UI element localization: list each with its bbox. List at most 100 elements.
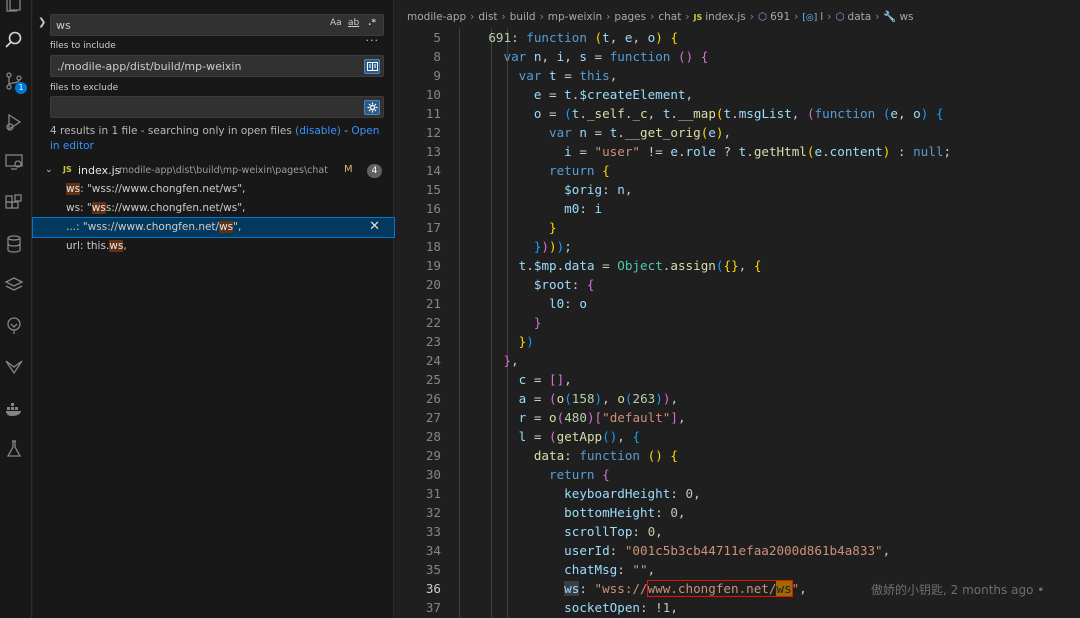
code-line: 11 o = (t._self._c, t.__map(t.msgList, (… [395,104,1080,123]
chevron-right-icon[interactable]: ❯ [38,17,48,29]
run-debug-icon[interactable] [3,111,25,133]
line-number: 24 [425,353,441,368]
chevron-down-icon[interactable]: ⌄ [45,165,53,175]
code-text: c = [], [518,372,572,387]
code-text: data: function () { [533,448,678,463]
code-text: }) [518,334,534,349]
search-match-selected[interactable]: ...: "wss://www.chongfen.net/ws", ✕ [32,217,395,238]
code-line: 24 }, [395,351,1080,370]
search-sidebar: ❯ ws Aa ab .* ··· files to include ./mod… [32,0,395,618]
code-text: t.$mp.data = Object.assign({}, { [518,258,762,273]
files-to-include-input[interactable]: ./modile-app/dist/build/mp-weixin [50,55,384,77]
line-number: 27 [425,410,441,425]
code-line: 13 i = "user" != e.role ? t.getHtml(e.co… [395,142,1080,161]
deploy-icon[interactable] [3,356,25,378]
match-post: : "wss://www.chongfen.net/ws", [80,183,246,195]
search-match[interactable]: ws: "wss://www.chongfen.net/ws", [33,199,394,218]
disable-link[interactable]: (disable) [295,125,341,137]
code-text: bottomHeight: 0, [564,505,686,520]
docker-icon[interactable] [3,397,25,419]
include-value: ./modile-app/dist/build/mp-weixin [57,60,242,73]
more-options-button[interactable]: ··· [366,34,380,47]
match-case-toggle[interactable]: Aa [330,18,342,28]
result-file-row[interactable]: ⌄ JS index.js modile-app\dist\build\mp-w… [33,162,394,180]
crumb[interactable]: build [510,11,536,23]
code-line-current: 36 ws: "wss://www.chongfen.net/ws", 傲娇的小钥… [395,579,1080,598]
use-exclude-settings-toggle[interactable] [364,100,380,115]
line-number: 12 [425,125,441,140]
code-line: 12 var n = t.__get_orig(e), [395,123,1080,142]
source-control-badge: 1 [15,82,27,94]
remote-explorer-icon[interactable] [3,151,25,173]
match-pre: ws: " [66,202,92,214]
code-text: } [533,315,542,330]
code-text: return { [549,163,610,178]
property-icon: 🔧 [883,11,897,23]
code-text: var n = t.__get_orig(e), [549,125,732,140]
crumb-symbol[interactable]: ws [899,11,913,23]
crumb-symbol[interactable]: data [848,11,872,23]
crumb[interactable]: chat [658,11,681,23]
line-number: 19 [425,258,441,273]
code-line: 18 }))); [395,237,1080,256]
code-text: 691: function (t, e, o) { [488,30,679,45]
extensions-icon[interactable] [3,192,25,214]
search-icon[interactable] [3,29,25,51]
js-file-icon: JS [63,165,72,174]
result-file-path: modile-app\dist\build\mp-weixin\pages\ch… [119,165,328,176]
files-to-exclude-input[interactable] [50,96,384,118]
code-line: 23 }) [395,332,1080,351]
search-match[interactable]: ws: "wss://www.chongfen.net/ws", [33,180,394,199]
match-word-toggle[interactable]: ab [348,18,359,28]
code-text: a = (o(158), o(263)), [518,391,679,406]
crumb[interactable]: pages [614,11,646,23]
code-text: ws: "wss://www.chongfen.net/ws", [564,580,807,597]
code-text: socketOpen: !1, [564,600,678,615]
line-number: 32 [425,505,441,520]
match-hit: ws [91,202,106,214]
search-match[interactable]: url: this.ws, [33,237,394,256]
code-text: keyboardHeight: 0, [564,486,701,501]
dismiss-match-icon[interactable]: ✕ [369,219,380,234]
line-number: 30 [425,467,441,482]
crumb-symbol[interactable]: l [820,11,823,23]
code-editor[interactable]: modile-app › dist › build › mp-weixin › pages › ch… [395,0,1080,618]
crumb[interactable]: modile-app [407,11,466,23]
code-text: return { [549,467,610,482]
line-number: 21 [425,296,441,311]
open-editors-only-toggle[interactable] [364,59,380,74]
js-file-icon: JS [693,13,703,22]
line-number: 13 [425,144,441,159]
crumb-file[interactable]: index.js [705,11,745,23]
testing-icon[interactable] [3,438,25,460]
line-number: 23 [425,334,441,349]
crumb[interactable]: mp-weixin [548,11,602,23]
layers-icon[interactable] [3,274,25,296]
activity-bar: 1 [0,0,32,618]
tree-icon[interactable] [3,315,25,337]
crumb-symbol[interactable]: 691 [770,11,790,23]
line-number: 35 [425,562,441,577]
code-text: $orig: n, [564,182,633,197]
code-text: }, [503,353,519,368]
variable-icon: [◎] [802,13,818,23]
search-input[interactable]: ws Aa ab .* [50,14,384,36]
code-text: i = "user" != e.role ? t.getHtml(e.conte… [564,144,952,159]
match-pre: ...: "wss://www.chongfen.net/ [66,221,220,233]
regex-toggle[interactable]: .* [368,18,376,28]
code-line: 10 e = t.$createElement, [395,85,1080,104]
line-number: 33 [425,524,441,539]
git-modified-badge: M [344,164,353,175]
database-icon[interactable] [3,233,25,255]
source-control-icon[interactable]: 1 [3,70,27,94]
result-count-text: 4 results in 1 file - searching only in … [50,125,296,137]
crumb[interactable]: dist [478,11,497,23]
line-number: 28 [425,429,441,444]
code-line: 16 m0: i [395,199,1080,218]
explorer-icon[interactable] [3,0,25,14]
line-number: 14 [425,163,441,178]
search-query: ws [56,19,71,32]
line-number: 34 [425,543,441,558]
line-number: 29 [425,448,441,463]
code-text: r = o(480)["default"], [518,410,686,425]
